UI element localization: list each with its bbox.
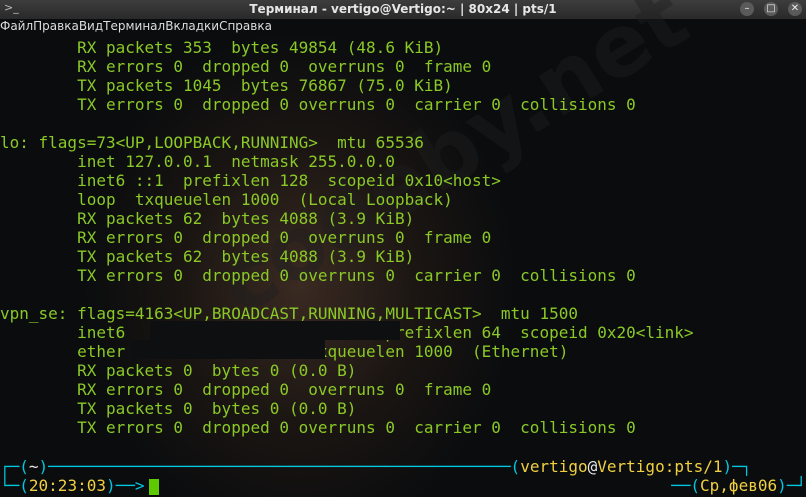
title-bar: >_ Терминал - vertigo@Vertigo:~ | 80x24 …: [0, 0, 806, 19]
terminal-line: lo: flags=73<UP,LOOPBACK,RUNNING> mtu 65…: [0, 133, 424, 152]
menu-terminal[interactable]: Терминал: [103, 19, 165, 36]
cursor[interactable]: [148, 478, 159, 495]
maximize-button[interactable]: □: [764, 2, 778, 16]
terminal-line: inet 127.0.0.1 netmask 255.0.0.0: [0, 152, 395, 171]
prompt-user: vertigo: [520, 457, 588, 476]
prompt-date: Ср,фев06: [700, 476, 778, 495]
prompt-dir: ~: [28, 457, 39, 476]
minimize-button[interactable]: –: [740, 2, 754, 16]
terminal-line: ether txqueuelen 1000 (Ethernet): [77, 342, 569, 361]
menu-help[interactable]: Справка: [219, 19, 272, 36]
menu-tabs[interactable]: Вкладки: [165, 19, 219, 36]
terminal-output[interactable]: RX packets 353 bytes 49854 (48.6 KiB) RX…: [0, 38, 694, 437]
prompt-time: 20:23:03: [28, 476, 106, 495]
prompt-host: Vertigo: [597, 457, 665, 476]
terminal-line: TX errors 0 dropped 0 overruns 0 carrier…: [0, 418, 636, 437]
terminal-line: TX errors 0 dropped 0 overruns 0 carrier…: [0, 95, 636, 114]
menu-view[interactable]: Вид: [79, 19, 103, 36]
terminal-line: RX packets 62 bytes 4088 (3.9 KiB): [0, 209, 415, 228]
terminal-line: loop txqueuelen 1000 (Local Loopback): [0, 190, 453, 209]
terminal-line: TX errors 0 dropped 0 overruns 0 carrier…: [0, 266, 636, 285]
terminal-line: TX packets 62 bytes 4088 (3.9 KiB): [0, 247, 415, 266]
redacted-ether: [130, 340, 325, 359]
menu-file[interactable]: Файл: [0, 19, 33, 36]
window-title: Терминал - vertigo@Vertigo:~ | 80x24 | p…: [249, 2, 557, 16]
terminal-line: RX packets 353 bytes 49854 (48.6 KiB): [0, 38, 444, 57]
terminal-line: TX packets 1045 bytes 76867 (75.0 KiB): [0, 76, 453, 95]
redacted-inet6: [150, 321, 400, 340]
terminal-line: TX packets 0 bytes 0 (0.0 B): [0, 399, 357, 418]
menu-edit[interactable]: Правка: [33, 19, 79, 36]
prompt-tty: :pts/1: [664, 457, 723, 476]
terminal-line: RX errors 0 dropped 0 overruns 0 frame 0: [0, 57, 492, 76]
terminal-line: RX errors 0 dropped 0 overruns 0 frame 0: [0, 380, 492, 399]
terminal-line: inet6 ::1 prefixlen 128 scopeid 0x10<hos…: [0, 171, 501, 190]
close-button[interactable]: ✕: [788, 2, 802, 16]
terminal-line: RX packets 0 bytes 0 (0.0 B): [0, 361, 357, 380]
terminal-line: RX errors 0 dropped 0 overruns 0 frame 0: [0, 228, 492, 247]
